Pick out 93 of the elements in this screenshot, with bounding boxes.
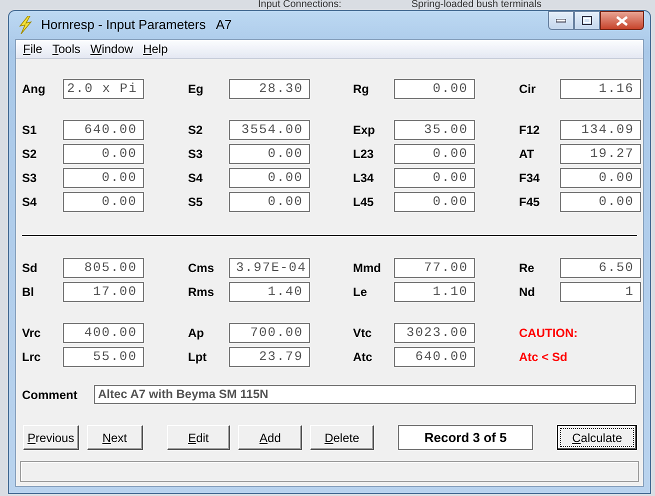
input-field[interactable]: 17.00 <box>63 282 144 302</box>
input-field[interactable]: 0.00 <box>63 192 144 212</box>
input-field[interactable]: 3.97E-04 <box>229 258 310 278</box>
menu-item[interactable]: Window <box>87 40 140 58</box>
input-field[interactable]: 6.50 <box>560 258 641 278</box>
close-icon <box>616 16 628 26</box>
input-field[interactable]: 0.00 <box>394 79 475 99</box>
lightning-icon <box>17 16 33 34</box>
nav-button[interactable]: Previous <box>23 425 79 450</box>
input-field[interactable]: 0.00 <box>394 144 475 164</box>
field-label: Vrc <box>22 325 42 342</box>
field-label: Cir <box>519 81 537 98</box>
input-field[interactable]: 134.09 <box>560 120 641 140</box>
input-field[interactable]: 1.40 <box>229 282 310 302</box>
input-field[interactable]: 400.00 <box>63 323 144 343</box>
field-label: L45 <box>353 194 375 211</box>
close-button[interactable] <box>600 11 644 30</box>
field-label: F45 <box>519 194 541 211</box>
field-label: S2 <box>22 146 38 163</box>
menu-item[interactable]: Tools <box>49 40 88 58</box>
field-label: Sd <box>22 260 38 277</box>
field-label: Rms <box>188 284 216 301</box>
field-label: Nd <box>519 284 536 301</box>
field-label: Bl <box>22 284 35 301</box>
background-text: Input Connections: <box>258 0 342 10</box>
warning-text: CAUTION: <box>519 325 578 342</box>
field-label: Re <box>519 260 536 277</box>
input-field[interactable]: 1.16 <box>560 79 641 99</box>
maximize-button[interactable] <box>574 11 600 30</box>
field-label: F34 <box>519 170 541 187</box>
field-label: S5 <box>188 194 204 211</box>
nav-button[interactable]: Next <box>86 425 143 450</box>
input-field[interactable]: 700.00 <box>229 323 310 343</box>
comment-field[interactable]: Altec A7 with Beyma SM 115N <box>94 385 636 404</box>
maximize-icon <box>582 16 592 25</box>
input-field[interactable]: 23.79 <box>229 347 310 367</box>
input-field[interactable]: 0.00 <box>63 168 144 188</box>
field-label: S3 <box>22 170 38 187</box>
field-label: Exp <box>353 122 376 139</box>
field-label: Cms <box>188 260 216 277</box>
field-label: Vtc <box>353 325 373 342</box>
calculate-button[interactable]: Calculate <box>557 425 637 450</box>
input-field[interactable]: 0.00 <box>560 192 641 212</box>
background-text: Spring-loaded bush terminals <box>411 0 542 10</box>
input-field[interactable]: 0.00 <box>229 168 310 188</box>
input-field[interactable]: 3023.00 <box>394 323 475 343</box>
window-title: Hornresp - Input Parameters A7 <box>41 16 232 34</box>
minimize-button[interactable] <box>548 11 574 30</box>
choice-field[interactable]: 2.0 x Pi <box>63 79 144 99</box>
input-field[interactable]: 3554.00 <box>229 120 310 140</box>
input-field[interactable]: 640.00 <box>63 120 144 140</box>
field-label: S4 <box>22 194 38 211</box>
field-label: Rg <box>353 81 370 98</box>
minimize-icon <box>556 18 566 22</box>
input-field[interactable]: 0.00 <box>560 168 641 188</box>
field-label: S1 <box>22 122 38 139</box>
field-label: S2 <box>188 122 204 139</box>
record-button[interactable]: Edit <box>166 425 230 450</box>
menu-item[interactable]: File <box>20 40 50 58</box>
field-label: Eg <box>188 81 204 98</box>
input-field[interactable]: 19.27 <box>560 144 641 164</box>
field-label: L23 <box>353 146 375 163</box>
input-field[interactable]: 77.00 <box>394 258 475 278</box>
input-field[interactable]: 1.10 <box>394 282 475 302</box>
warning-text: Atc < Sd <box>519 349 568 366</box>
field-label: Le <box>353 284 368 301</box>
field-label: Ang <box>22 81 46 98</box>
input-field[interactable]: 35.00 <box>394 120 475 140</box>
field-label: L34 <box>353 170 375 187</box>
field-label: AT <box>519 146 536 163</box>
input-field[interactable]: 0.00 <box>229 144 310 164</box>
record-button[interactable]: Delete <box>310 425 374 450</box>
menu-item[interactable]: Help <box>140 40 175 58</box>
input-field[interactable]: 0.00 <box>63 144 144 164</box>
field-label: Lpt <box>188 349 208 366</box>
input-field[interactable]: 640.00 <box>394 347 475 367</box>
field-label: F12 <box>519 122 541 139</box>
record-counter: Record 3 of 5 <box>398 425 534 450</box>
field-label: Ap <box>188 325 205 342</box>
input-field[interactable]: 28.30 <box>229 79 310 99</box>
field-label: Mmd <box>353 260 382 277</box>
field-label: S4 <box>188 170 204 187</box>
field-label: Lrc <box>22 349 42 366</box>
comment-label: Comment <box>22 386 78 404</box>
record-button[interactable]: Add <box>238 425 302 450</box>
input-field[interactable]: 0.00 <box>394 192 475 212</box>
input-field[interactable]: 1 <box>560 282 641 302</box>
input-field[interactable]: 805.00 <box>63 258 144 278</box>
input-field[interactable]: 0.00 <box>229 192 310 212</box>
field-label: S3 <box>188 146 204 163</box>
field-label: Atc <box>353 349 374 366</box>
input-field[interactable]: 55.00 <box>63 347 144 367</box>
input-field[interactable]: 0.00 <box>394 168 475 188</box>
